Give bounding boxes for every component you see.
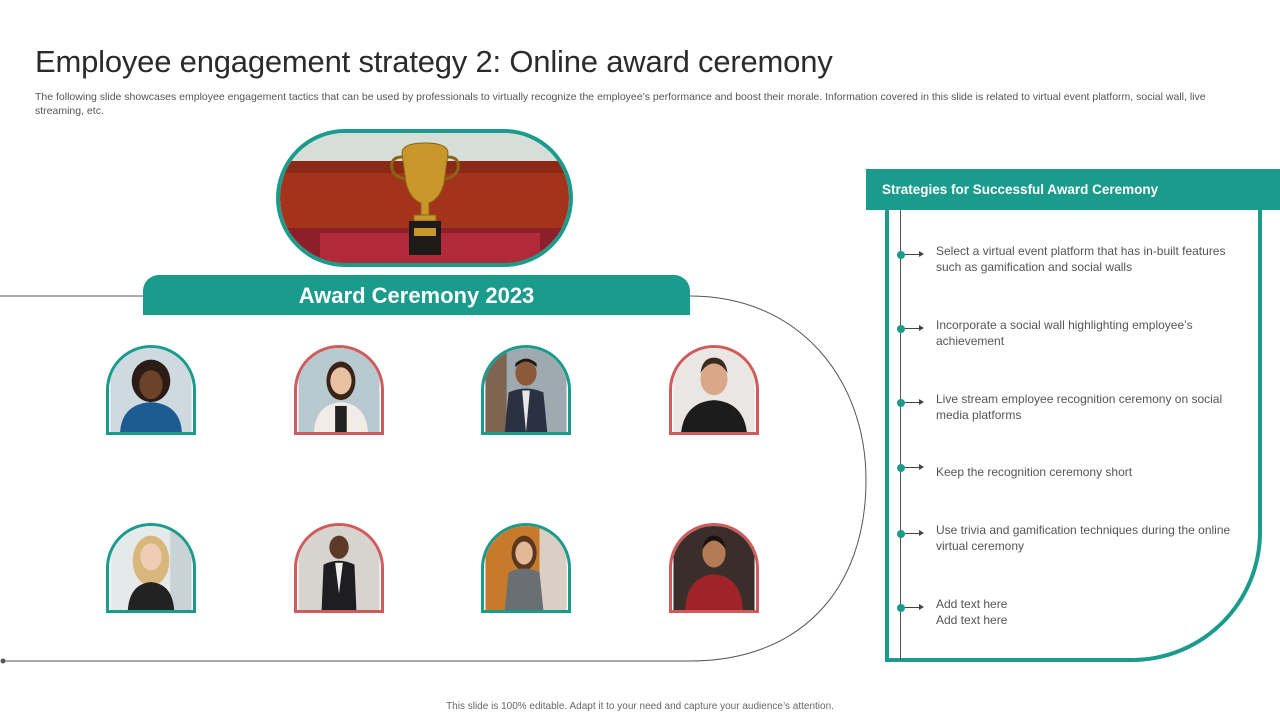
- bullet-dot-icon: [897, 464, 905, 472]
- bullet-dot-icon: [897, 530, 905, 538]
- strategy-item: Add text here Add text here: [897, 596, 1247, 630]
- strategy-text: Add text here Add text here: [936, 597, 1008, 627]
- employee-photo-4: [669, 345, 759, 435]
- woman-portrait-icon: [110, 348, 192, 432]
- woman-portrait-icon: [110, 526, 192, 610]
- strategies-header: Strategies for Successful Award Ceremony: [866, 169, 1280, 210]
- man-portrait-icon: [298, 526, 380, 610]
- bullet-dot-icon: [897, 604, 905, 612]
- award-ceremony-banner: Award Ceremony 2023: [143, 275, 690, 315]
- strategy-text: Live stream employee recognition ceremon…: [936, 392, 1223, 422]
- strategy-text: Select a virtual event platform that has…: [936, 244, 1226, 274]
- slide-footer: This slide is 100% editable. Adapt it to…: [446, 701, 834, 712]
- woman-portrait-icon: [485, 526, 567, 610]
- man-portrait-icon: [673, 526, 755, 610]
- employee-photo-7: [481, 523, 571, 613]
- bullet-dot-icon: [897, 399, 905, 407]
- arrow-right-icon: [905, 325, 924, 331]
- bullet-dot-icon: [897, 251, 905, 259]
- bullet-dot-icon: [897, 325, 905, 333]
- man-portrait-icon: [673, 348, 755, 432]
- strategy-item: Live stream employee recognition ceremon…: [897, 391, 1247, 425]
- employee-photo-5: [106, 523, 196, 613]
- woman-portrait-icon: [298, 348, 380, 432]
- strategy-item: Keep the recognition ceremony short: [897, 456, 1247, 490]
- strategies-timeline: [900, 210, 901, 660]
- arrow-right-icon: [905, 530, 924, 536]
- strategy-text: Keep the recognition ceremony short: [936, 465, 1133, 479]
- employee-photo-8: [669, 523, 759, 613]
- arrow-right-icon: [905, 251, 924, 257]
- man-portrait-icon: [485, 348, 567, 432]
- employee-photo-2: [294, 345, 384, 435]
- strategy-text: Use trivia and gamification techniques d…: [936, 523, 1231, 553]
- employee-photo-1: [106, 345, 196, 435]
- trophy-image: [276, 129, 573, 267]
- trophy-icon: [280, 133, 569, 263]
- arrow-right-icon: [905, 464, 924, 470]
- employee-photo-3: [481, 345, 571, 435]
- strategy-item: Select a virtual event platform that has…: [897, 243, 1247, 277]
- strategy-item: Incorporate a social wall highlighting e…: [897, 317, 1247, 351]
- arrow-right-icon: [905, 399, 924, 405]
- arrow-right-icon: [905, 604, 924, 610]
- employee-photo-6: [294, 523, 384, 613]
- strategy-text: Incorporate a social wall highlighting e…: [936, 318, 1193, 348]
- strategy-item: Use trivia and gamification techniques d…: [897, 522, 1247, 556]
